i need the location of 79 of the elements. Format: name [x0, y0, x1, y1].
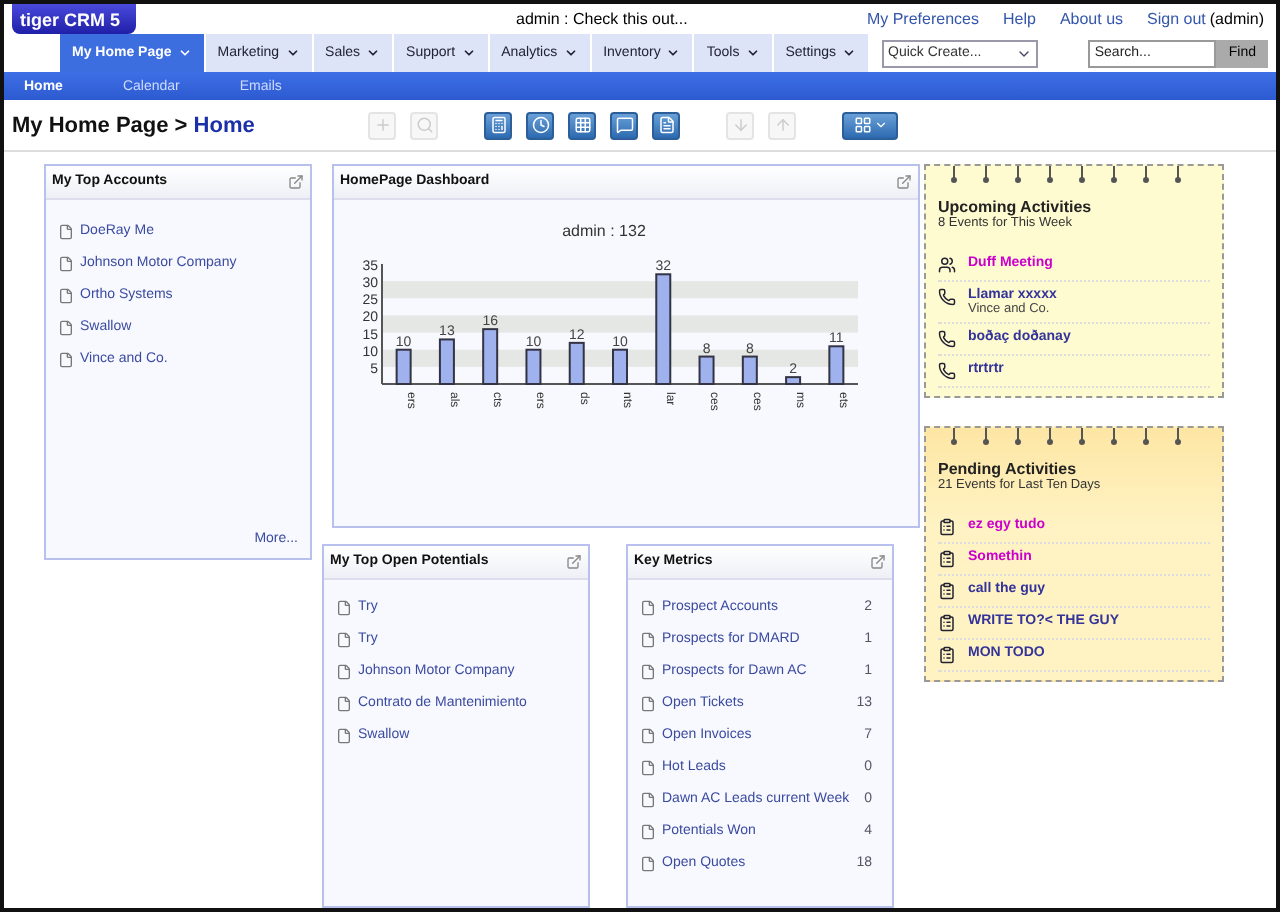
bar: [525, 348, 542, 385]
document-icon: [640, 663, 656, 680]
document-icon: [336, 631, 352, 648]
caret-icon: [366, 46, 381, 61]
document-icon: [58, 319, 74, 336]
document-icon: [640, 855, 656, 872]
caret-icon: [177, 46, 192, 61]
grid-button[interactable]: [568, 111, 596, 140]
username-text: (admin): [1209, 10, 1264, 29]
phone-icon: [938, 361, 956, 380]
document-icon: [58, 223, 74, 240]
chart-title: admin : 132: [562, 221, 646, 240]
header-link[interactable]: Help: [1002, 10, 1036, 29]
bar: [828, 345, 845, 385]
chat-bubble-button[interactable]: [610, 111, 638, 140]
expand-icon[interactable]: [870, 553, 886, 570]
caret-icon: [873, 118, 887, 133]
document-icon: [640, 599, 656, 616]
bar: [568, 341, 585, 385]
phone-icon: [938, 287, 956, 306]
bar: [482, 328, 499, 385]
expand-icon[interactable]: [566, 553, 582, 570]
document-icon: [336, 727, 352, 744]
caret-icon: [666, 46, 681, 61]
document-icon: [640, 631, 656, 648]
header-link[interactable]: My Preferences: [866, 10, 979, 29]
bar: [741, 355, 758, 385]
notepad-title: Upcoming Activities: [938, 197, 1094, 216]
expand-icon[interactable]: [288, 173, 304, 190]
document-icon: [336, 695, 352, 712]
caret-icon: [842, 46, 857, 61]
document-icon: [58, 351, 74, 368]
document-icon: [640, 695, 656, 712]
add-icon: [373, 116, 391, 135]
expand-icon[interactable]: [896, 173, 912, 190]
document-icon: [336, 663, 352, 680]
breadcrumb-title: My Home Page > Home: [10, 113, 257, 138]
search-icon: [415, 116, 433, 135]
phone-icon: [938, 329, 956, 348]
bar: [395, 348, 412, 385]
document-icon: [58, 255, 74, 272]
caret-icon: [461, 46, 476, 61]
document-icon: [657, 116, 675, 135]
header-link[interactable]: About us: [1059, 10, 1124, 29]
sign-out-link[interactable]: Sign out: [1147, 10, 1206, 29]
clipboard-icon: [938, 613, 956, 632]
bar: [698, 355, 715, 385]
document-icon: [58, 287, 74, 304]
announcement-text: admin : Check this out...: [516, 10, 690, 29]
calculator-icon: [489, 116, 507, 135]
up-arrow-icon: [773, 116, 791, 135]
grid-icon: [573, 116, 591, 135]
notepad-title: Pending Activities: [938, 459, 1079, 478]
layout-dropdown-button[interactable]: [842, 111, 898, 140]
clock-button[interactable]: [526, 111, 554, 140]
logo[interactable]: tiger CRM 5: [12, 4, 137, 35]
chat-bubble-icon: [615, 116, 633, 135]
caret-icon: [563, 46, 578, 61]
document-button[interactable]: [652, 111, 680, 140]
document-icon: [640, 823, 656, 840]
bar: [655, 273, 672, 385]
bar: [612, 348, 628, 385]
bar: [785, 376, 802, 385]
caret-icon: [745, 46, 760, 61]
clipboard-icon: [938, 581, 956, 600]
down-arrow-icon: [731, 116, 749, 135]
clock-icon: [531, 116, 549, 135]
bar: [438, 338, 455, 385]
document-icon: [336, 599, 352, 616]
calculator-button[interactable]: [484, 111, 512, 140]
layout-icon: [853, 116, 871, 135]
clipboard-icon: [938, 517, 956, 536]
document-icon: [640, 791, 656, 808]
document-icon: [640, 727, 656, 744]
clipboard-icon: [938, 549, 956, 568]
clipboard-icon: [938, 645, 956, 664]
people-icon: [938, 255, 956, 274]
caret-icon: [285, 46, 300, 61]
document-icon: [640, 759, 656, 776]
